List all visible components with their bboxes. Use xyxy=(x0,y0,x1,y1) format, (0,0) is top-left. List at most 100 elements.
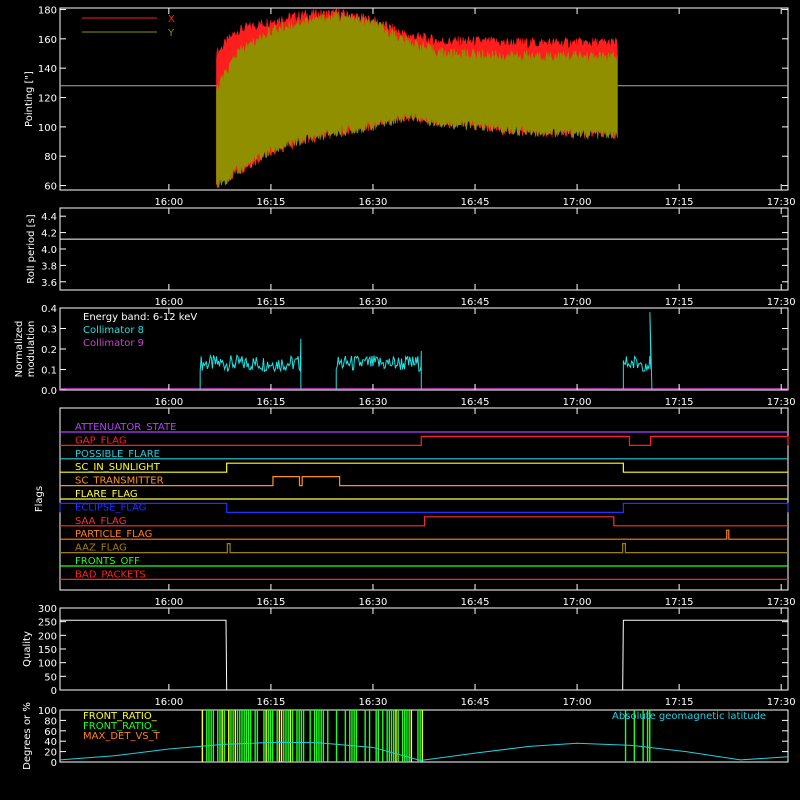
modulation-x-tick-label: 17:15 xyxy=(665,397,694,408)
flags-x-ticks: 16:00 16:15 16:30 16:45 17:00 17:15 17:30 xyxy=(154,408,796,608)
modulation-x-ticks: 16:00 16:15 16:30 16:45 17:00 17:15 17:30 xyxy=(154,308,796,408)
flag-label-particle-flag: PARTICLE_FLAG xyxy=(75,529,152,540)
modulation-y-tick-label: 0.1 xyxy=(41,366,57,377)
geomagnetic-y-tick-label: 100 xyxy=(38,706,57,717)
pointing-x-tick-label: 17:00 xyxy=(563,197,592,208)
flags-x-tick-label: 17:15 xyxy=(665,597,694,608)
pointing-y-axis-label: Pointing ["] xyxy=(24,71,35,127)
quality-y-tick-label: 50 xyxy=(44,672,57,683)
flag-trace-saa-flag xyxy=(60,516,788,527)
pointing-y-tick-label: 100 xyxy=(38,123,57,134)
quality-x-tick-label: 16:15 xyxy=(257,697,286,708)
roll-x-tick-label: 16:00 xyxy=(154,297,183,308)
quality-x-tick-label: 16:45 xyxy=(461,697,490,708)
quality-panel: 050100150200250300 16:00 16:15 16:30 16:45 1… xyxy=(22,604,796,708)
flag-label-sc-in-sunlight: SC_IN_SUNLIGHT xyxy=(75,462,161,473)
quality-y-axis-label: Quality xyxy=(22,631,33,667)
roll-y-ticks: 3.6 3.8 4.0 4.2 4.4 xyxy=(41,212,788,289)
quality-y-tick-label: 100 xyxy=(38,659,57,670)
geomagnetic-latitude-curve xyxy=(59,741,789,761)
legend-collimator-8: Collimator 8 xyxy=(83,325,144,336)
flag-label-aaz-flag: AAZ_FLAG xyxy=(75,543,127,554)
pointing-x-tick-label: 17:30 xyxy=(767,197,796,208)
geomagnetic-y-tick-label: 80 xyxy=(44,716,57,727)
quality-x-tick-label: 17:00 xyxy=(563,697,592,708)
modulation-x-tick-label: 17:30 xyxy=(767,397,796,408)
flag-label-attenuator-state: ATTENUATOR_STATE xyxy=(75,422,176,433)
modulation-y-tick-label: 0.3 xyxy=(41,325,57,336)
flags-x-tick-label: 16:45 xyxy=(461,597,490,608)
roll-y-axis-label: Roll period [s] xyxy=(26,214,37,283)
legend-max-det: MAX_DET_VS_T xyxy=(83,731,161,742)
modulation-data-layer xyxy=(60,312,788,391)
flags-data-layer: ATTENUATOR_STATE GAP_FLAG POSSIBLE_FLARE SC… xyxy=(59,422,789,580)
modulation-panel: 0.0 0.1 0.2 0.3 0.4 16:00 16:15 16:30 16:45 17:0… xyxy=(14,304,796,408)
pointing-x-tick-label: 16:15 xyxy=(257,197,286,208)
flag-label-possible-flare: POSSIBLE_FLARE xyxy=(75,449,160,460)
pointing-x-tick-label: 16:45 xyxy=(461,197,490,208)
flag-label-gap-flag: GAP_FLAG xyxy=(75,435,127,446)
quality-y-tick-label: 300 xyxy=(38,604,57,615)
roll-x-tick-label: 16:15 xyxy=(257,297,286,308)
modulation-x-tick-label: 16:45 xyxy=(461,397,490,408)
flag-trace-aaz-flag xyxy=(60,543,788,554)
legend-x-label: X xyxy=(168,14,175,25)
legend-collimator-9: Collimator 9 xyxy=(83,338,144,349)
flags-panel: ATTENUATOR_STATE GAP_FLAG POSSIBLE_FLARE SC… xyxy=(34,407,796,608)
roll-axes xyxy=(59,207,789,291)
roll-x-tick-label: 16:30 xyxy=(359,297,388,308)
flag-label-bad-packets: BAD_PACKETS xyxy=(75,569,146,580)
pointing-x-tick-label: 16:00 xyxy=(154,197,183,208)
flags-x-tick-label: 16:00 xyxy=(154,597,183,608)
collimator-8-segment xyxy=(199,338,302,390)
quality-y-tick-label: 200 xyxy=(38,631,57,642)
roll-y-tick-label: 4.2 xyxy=(41,229,57,240)
modulation-y-tick-label: 0.0 xyxy=(41,386,57,397)
geomagnetic-y-tick-label: 20 xyxy=(44,748,57,759)
flag-trace-sc-in-sunlight xyxy=(60,462,788,473)
modulation-y-axis-label-line2: modulation xyxy=(26,321,37,378)
pointing-legend: X Y xyxy=(82,14,175,39)
roll-x-tick-label: 17:00 xyxy=(563,297,592,308)
modulation-y-tick-label: 0.4 xyxy=(41,304,57,315)
geomagnetic-y-axis-label: Degrees or % xyxy=(22,702,33,770)
quality-x-tick-label: 17:15 xyxy=(665,697,694,708)
flags-x-tick-label: 16:15 xyxy=(257,597,286,608)
geomagnetic-panel: 020406080100 Degrees or % FRONT_RATIO_ F… xyxy=(22,702,789,770)
pointing-y-tick-label: 60 xyxy=(44,182,57,193)
quality-y-tick-label: 0 xyxy=(51,686,57,697)
quality-x-tick-label: 16:30 xyxy=(359,697,388,708)
pointing-x-tick-label: 16:30 xyxy=(359,197,388,208)
modulation-x-tick-label: 16:15 xyxy=(257,397,286,408)
pointing-y-tick-label: 180 xyxy=(38,5,57,16)
flag-label-saa-flag: SAA_FLAG xyxy=(75,516,126,527)
quality-y-ticks: 0 50 100 150 200 250 300 xyxy=(38,604,788,697)
roll-y-tick-label: 4.4 xyxy=(41,212,57,223)
collimator-8-segment xyxy=(335,351,422,390)
quality-x-tick-label: 16:00 xyxy=(154,697,183,708)
modulation-y-axis-label-line1: Normalized xyxy=(14,321,25,378)
flag-trace-eclipse-flag xyxy=(59,502,789,513)
flag-trace-sc-transmitter xyxy=(60,476,788,487)
geomagnetic-y-tick-label: 0 xyxy=(51,758,57,769)
modulation-x-tick-label: 16:30 xyxy=(359,397,388,408)
roll-x-tick-label: 17:30 xyxy=(767,297,796,308)
roll-y-tick-label: 4.0 xyxy=(41,245,57,256)
geomagnetic-y-tick-label: 40 xyxy=(44,737,57,748)
roll-x-tick-label: 17:15 xyxy=(665,297,694,308)
flag-label-fronts-off: FRONTS_OFF xyxy=(75,556,140,567)
roll-y-tick-label: 3.8 xyxy=(41,261,57,272)
quality-trace xyxy=(60,619,788,691)
pointing-y-tick-label: 140 xyxy=(38,64,57,75)
collimator-8-segment xyxy=(622,312,653,391)
flags-x-tick-label: 16:30 xyxy=(359,597,388,608)
flags-y-axis-label: Flags xyxy=(34,486,45,512)
roll-x-tick-label: 16:45 xyxy=(461,297,490,308)
geomagnetic-y-tick-label: 60 xyxy=(44,727,57,738)
rhessi-quicklook-figure: 6080100120140160180 16:00 16:15 16:30 16:45… xyxy=(0,0,800,800)
pointing-y-tick-label: 80 xyxy=(44,152,57,163)
pointing-x-tick-label: 17:15 xyxy=(665,197,694,208)
flags-x-tick-label: 17:30 xyxy=(767,597,796,608)
quality-y-tick-label: 250 xyxy=(38,618,57,629)
roll-y-tick-label: 3.6 xyxy=(41,278,57,289)
